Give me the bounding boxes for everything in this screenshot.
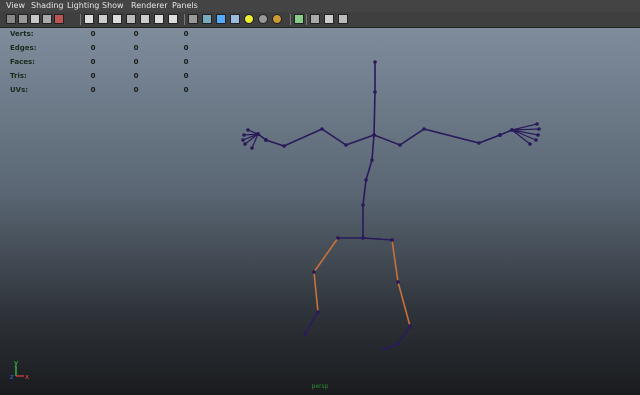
right-foot-joint[interactable] [382,347,386,351]
spine-joint[interactable] [373,90,377,94]
skeleton[interactable] [0,0,640,395]
spine-bone[interactable] [362,62,376,238]
spine-joint[interactable] [361,203,365,207]
right-arm-joint[interactable] [422,127,426,131]
axis-z-label: z [10,373,14,381]
left-arm-joint[interactable] [344,143,348,147]
right-finger-joint[interactable] [498,133,502,137]
right-finger-joint[interactable] [510,128,514,132]
view-axis: y z x [10,359,29,381]
spine-joint[interactable] [364,178,368,182]
left-arm-joint[interactable] [320,127,324,131]
right-finger-joint[interactable] [536,133,540,137]
right-foot-joint[interactable] [396,342,400,346]
left-finger-joint[interactable] [246,128,250,132]
axis-y-label: y [14,359,18,367]
right-leg-bone[interactable] [391,239,411,327]
left-finger-joint[interactable] [264,138,268,142]
spine-joint[interactable] [373,60,377,64]
left-finger-joint[interactable] [241,138,245,142]
left-finger-joint[interactable] [243,142,247,146]
right-finger-joint[interactable] [537,127,541,131]
left-leg-joint[interactable] [312,270,316,274]
right-foot-joint[interactable] [408,324,412,328]
spine-joint[interactable] [370,158,374,162]
left-arm-joint[interactable] [282,144,286,148]
right-arm-joint[interactable] [372,133,376,137]
left-foot-bone[interactable] [304,311,319,335]
right-leg-joint[interactable] [390,238,394,242]
hip-bone[interactable] [338,237,393,241]
right-arm-joint[interactable] [398,143,402,147]
right-finger-joint[interactable] [535,122,539,126]
right-finger-joint[interactable] [528,142,532,146]
left-foot-joint[interactable] [316,310,320,314]
left-leg-joint[interactable] [336,236,340,240]
right-leg-joint[interactable] [396,280,400,284]
left-leg-bone[interactable] [313,237,339,313]
right-foot-bone[interactable] [383,325,411,350]
right-finger-joint[interactable] [534,138,538,142]
camera-name: persp [311,383,329,390]
left-arm-bone[interactable] [265,128,375,147]
right-arm-bone[interactable] [373,128,501,146]
left-foot-joint[interactable] [303,332,307,336]
hip-joint[interactable] [361,236,365,240]
left-finger-joint[interactable] [242,133,246,137]
axis-x-label: x [25,373,29,381]
right-arm-joint[interactable] [477,141,481,145]
left-finger-joint[interactable] [256,132,260,136]
left-finger-joint[interactable] [250,146,254,150]
